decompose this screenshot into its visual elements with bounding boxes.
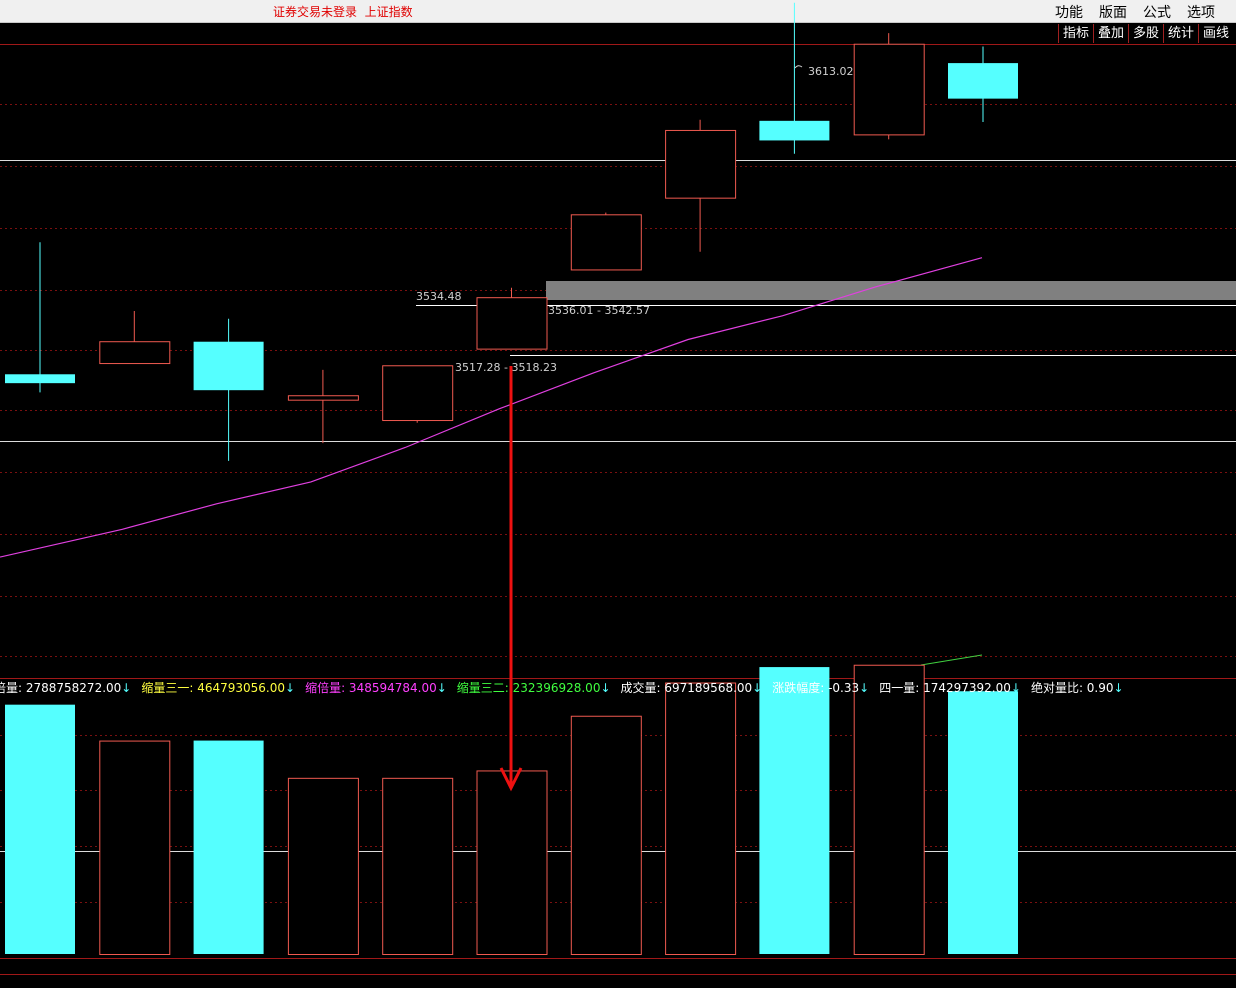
volume-indicator-legend: 倍量: 2788758272.00↓ 缩量三一: 464793056.00↓ 缩倍量… bbox=[0, 679, 1134, 695]
chart-toolbar bbox=[0, 23, 1236, 44]
legend-item: 涨跌幅度: -0.33 bbox=[772, 681, 860, 695]
volume-bar bbox=[99, 740, 171, 956]
legend-item: 成交量: 697189568.00 bbox=[620, 681, 753, 695]
tool-multi-stock[interactable]: 多股 bbox=[1128, 24, 1163, 43]
legend-item: 缩倍量: 348594784.00 bbox=[305, 681, 437, 695]
volume-bar bbox=[287, 777, 359, 955]
kline-chart: 3613.02 3534.48 3536.01 - 3542.57 3517.28 -… bbox=[0, 2, 1236, 975]
candle-body bbox=[193, 341, 264, 391]
candle-body bbox=[853, 43, 925, 136]
legend-item: 缩量三二: 232396928.00 bbox=[456, 681, 601, 695]
legend-arrow: ↓ bbox=[752, 681, 763, 695]
legend-arrow: ↓ bbox=[285, 681, 296, 695]
volume-bar bbox=[5, 704, 75, 954]
legend-arrow: ↓ bbox=[1010, 681, 1021, 695]
highlight-band bbox=[546, 281, 1236, 300]
candle-body bbox=[476, 297, 548, 350]
candle-body bbox=[287, 395, 359, 401]
range-label-upper: 3536.01 - 3542.57 bbox=[548, 304, 650, 317]
candle-body bbox=[570, 214, 642, 271]
range-label-lower: 3517.28 - 3518.23 bbox=[455, 361, 557, 374]
tool-drawing[interactable]: 画线 bbox=[1198, 24, 1233, 43]
volume-bar bbox=[476, 770, 548, 955]
candle-body bbox=[5, 374, 75, 384]
volume-bar bbox=[665, 682, 737, 955]
legend-item: 缩量三一: 464793056.00 bbox=[141, 681, 286, 695]
candle-body bbox=[99, 341, 171, 365]
legend-arrow: ↓ bbox=[436, 681, 447, 695]
tool-statistics[interactable]: 统计 bbox=[1163, 24, 1198, 43]
volume-bar bbox=[759, 667, 830, 954]
legend-arrow: ↓ bbox=[600, 681, 611, 695]
level-price-label: 3534.48 bbox=[416, 290, 462, 303]
legend-arrow: ↓ bbox=[121, 681, 132, 695]
candle-body bbox=[382, 365, 454, 422]
candle-body bbox=[759, 120, 830, 141]
legend-item: 四一量: 174297392.00 bbox=[879, 681, 1011, 695]
legend-item: 倍量: 2788758272.00 bbox=[0, 681, 122, 695]
volume-bar bbox=[382, 777, 454, 955]
volume-bar bbox=[948, 691, 1018, 954]
legend-item: 绝对量比: 0.90 bbox=[1030, 681, 1114, 695]
tool-indicator[interactable]: 指标 bbox=[1058, 24, 1093, 43]
legend-arrow: ↓ bbox=[1113, 681, 1124, 695]
candle-body bbox=[948, 63, 1018, 99]
high-marker bbox=[794, 65, 803, 69]
high-price-label: 3613.02 bbox=[808, 65, 854, 78]
volume-bar bbox=[193, 740, 264, 954]
volume-bar bbox=[853, 664, 925, 956]
candle-body bbox=[665, 129, 737, 199]
legend-arrow: ↓ bbox=[859, 681, 870, 695]
tool-overlay[interactable]: 叠加 bbox=[1093, 24, 1128, 43]
volume-bar bbox=[570, 715, 642, 956]
